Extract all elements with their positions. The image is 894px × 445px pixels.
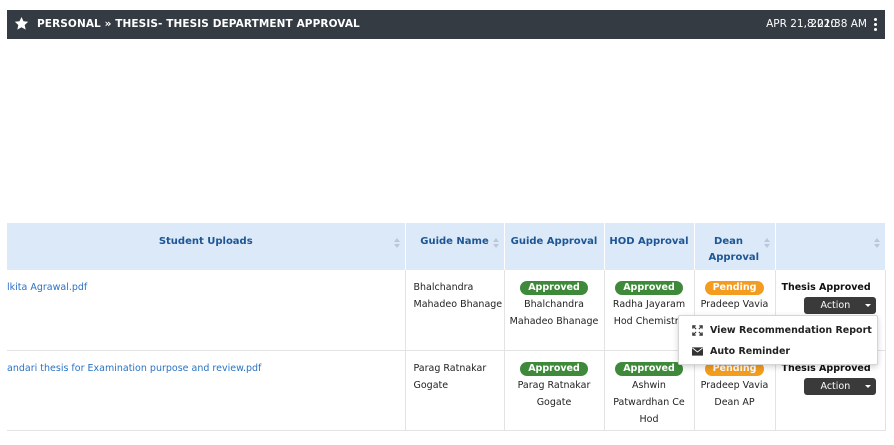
approver-name: Pradeep Vavia Dean AP: [700, 379, 769, 408]
column-header-actions: [775, 223, 886, 270]
status-badge: Approved: [615, 361, 683, 376]
envelope-icon: [692, 346, 703, 356]
uploaded-file-link[interactable]: handari thesis for Examination purpose a…: [7, 360, 261, 377]
guide-name-cell: Bhalchandra Mahadeo Bhanage: [405, 270, 505, 351]
approver-name: Radha Jayaram Hod Chemistry: [612, 299, 686, 327]
column-label: HOD Approval: [609, 236, 689, 247]
menu-item-view-recommendation-report[interactable]: View Recommendation Report: [692, 321, 872, 339]
star-icon[interactable]: [13, 15, 30, 32]
sort-icon[interactable]: [763, 238, 770, 248]
menu-item-label: View Recommendation Report: [710, 324, 872, 336]
approver-name: Bhalchandra Mahadeo Bhanage: [509, 299, 599, 327]
caret-down-icon: [864, 384, 871, 388]
action-dropdown-menu: View Recommendation Report Auto Reminder: [678, 315, 878, 365]
menu-item-label: Auto Reminder: [710, 345, 791, 357]
action-label: Action: [820, 380, 851, 392]
sort-icon[interactable]: [393, 238, 400, 248]
column-label: Student Uploads: [158, 236, 253, 247]
action-dropdown-button[interactable]: Action: [803, 297, 876, 314]
status-badge: Approved: [615, 281, 683, 295]
column-header-dean-approval[interactable]: Dean Approval: [694, 223, 776, 270]
guide-approval-cell: Approved Bhalchandra Mahadeo Bhanage: [504, 270, 605, 351]
column-label: Dean Approval: [708, 236, 760, 263]
guide-approval-cell: Approved Parag Ratnakar Gogate: [504, 350, 605, 431]
breadcrumb: PERSONAL » THESIS- THESIS DEPARTMENT APP…: [37, 18, 360, 30]
student-upload-cell: lkita Agrawal.pdf: [7, 270, 406, 351]
sort-icon[interactable]: [873, 238, 880, 248]
header-time: 8:21:38 AM: [806, 18, 867, 30]
approver-name: Parag Ratnakar Gogate: [517, 379, 591, 408]
column-label: Guide Name: [420, 236, 489, 247]
column-header-guide-name[interactable]: Guide Name: [405, 223, 505, 270]
column-label: Guide Approval: [510, 236, 598, 247]
column-header-guide-approval[interactable]: Guide Approval: [504, 223, 605, 270]
status-badge: Approved: [520, 281, 588, 295]
uploaded-file-link[interactable]: lkita Agrawal.pdf: [7, 279, 87, 296]
status-badge: Approved: [520, 361, 588, 376]
action-dropdown-button[interactable]: Action: [803, 377, 876, 395]
kebab-menu-icon[interactable]: [870, 16, 880, 32]
table-header-row: Student Uploads Guide Name Guide Approva…: [7, 223, 886, 270]
action-label: Action: [820, 300, 851, 311]
caret-down-icon: [864, 304, 871, 307]
column-header-student-uploads[interactable]: Student Uploads: [7, 223, 406, 270]
status-badge: Pending: [704, 281, 765, 295]
column-header-hod-approval[interactable]: HOD Approval: [604, 223, 695, 270]
guide-name-cell: Parag Ratnakar Gogate: [405, 350, 505, 431]
expand-icon: [692, 324, 703, 336]
approver-name: Ashwin Patwardhan Ce Hod: [613, 379, 685, 425]
student-upload-cell: handari thesis for Examination purpose a…: [7, 350, 406, 431]
menu-item-auto-reminder[interactable]: Auto Reminder: [692, 342, 790, 360]
sort-icon[interactable]: [492, 238, 499, 248]
thesis-status: Thesis Approved: [781, 282, 871, 293]
approver-name: Pradeep Vavia: [700, 299, 769, 310]
page-header-bar: PERSONAL » THESIS- THESIS DEPARTMENT APP…: [7, 10, 885, 39]
